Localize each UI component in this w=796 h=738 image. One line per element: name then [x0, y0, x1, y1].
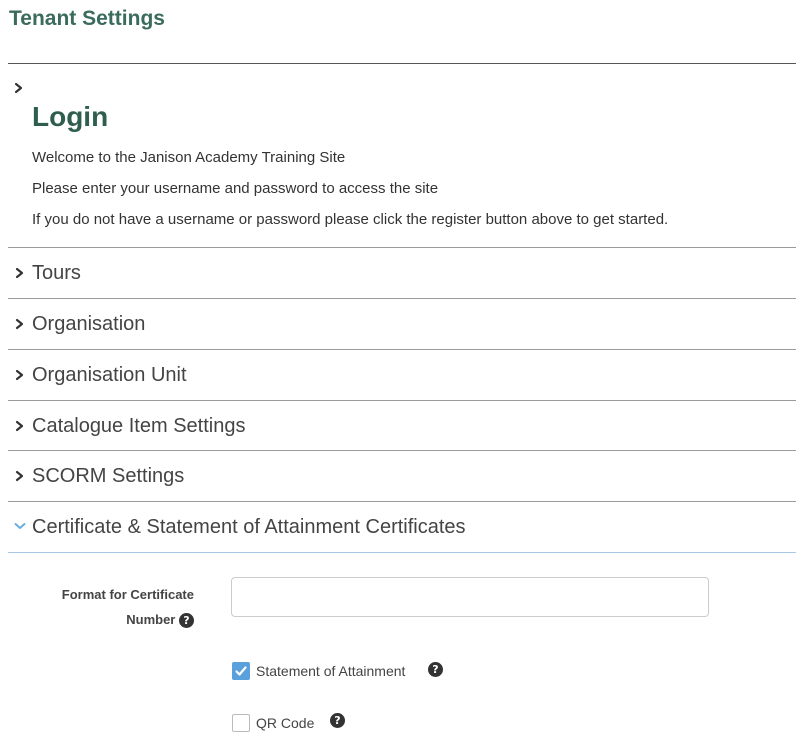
login-welcome-text: Welcome to the Janison Academy Training …: [32, 149, 346, 166]
certificate-number-format-input[interactable]: [231, 577, 709, 617]
chevron-right-icon: [13, 368, 27, 382]
tenant-settings-page: Tenant Settings Login Welcome to the Jan…: [0, 0, 796, 738]
question-circle-icon[interactable]: ?: [330, 713, 345, 728]
chevron-right-icon: [13, 469, 27, 483]
question-circle-icon[interactable]: ?: [428, 662, 443, 677]
section-tours[interactable]: Tours: [8, 248, 796, 298]
certificate-format-label-text: Number: [126, 612, 176, 627]
section-catalogue-item-settings[interactable]: Catalogue Item Settings: [8, 401, 796, 451]
section-label: Catalogue Item Settings: [32, 415, 246, 437]
qr-code-label[interactable]: QR Code: [256, 714, 314, 732]
section-organisation-unit[interactable]: Organisation Unit: [8, 350, 796, 400]
certificate-format-label: Format for Certificate: [61, 587, 194, 602]
section-label: SCORM Settings: [32, 465, 185, 487]
statement-of-attainment-label[interactable]: Statement of Attainment: [256, 662, 405, 680]
login-heading: Login: [32, 101, 109, 132]
chevron-right-icon: [13, 317, 27, 331]
section-certificates[interactable]: Certificate & Statement of Attainment Ce…: [8, 502, 796, 552]
section-scorm-settings[interactable]: SCORM Settings: [8, 451, 796, 501]
section-label: Organisation: [32, 313, 146, 335]
chevron-right-icon[interactable]: [12, 81, 26, 95]
check-icon: [235, 666, 247, 676]
statement-of-attainment-checkbox[interactable]: [232, 662, 250, 680]
chevron-right-icon: [13, 419, 27, 433]
login-register-text: If you do not have a username or passwor…: [32, 211, 669, 228]
section-divider-active: [8, 552, 796, 553]
question-circle-icon[interactable]: ?: [179, 613, 194, 629]
title-divider: [8, 63, 796, 64]
section-label: Certificate & Statement of Attainment Ce…: [32, 516, 466, 538]
qr-code-checkbox[interactable]: [232, 714, 250, 732]
certificate-format-label-cont: Number ?: [126, 607, 194, 632]
page-title: Tenant Settings: [9, 7, 165, 30]
chevron-right-icon: [13, 266, 27, 280]
chevron-down-icon: [13, 519, 27, 533]
section-label: Tours: [32, 262, 81, 284]
section-organisation[interactable]: Organisation: [8, 299, 796, 349]
login-instruction-text: Please enter your username and password …: [32, 180, 439, 197]
section-label: Organisation Unit: [32, 364, 187, 386]
